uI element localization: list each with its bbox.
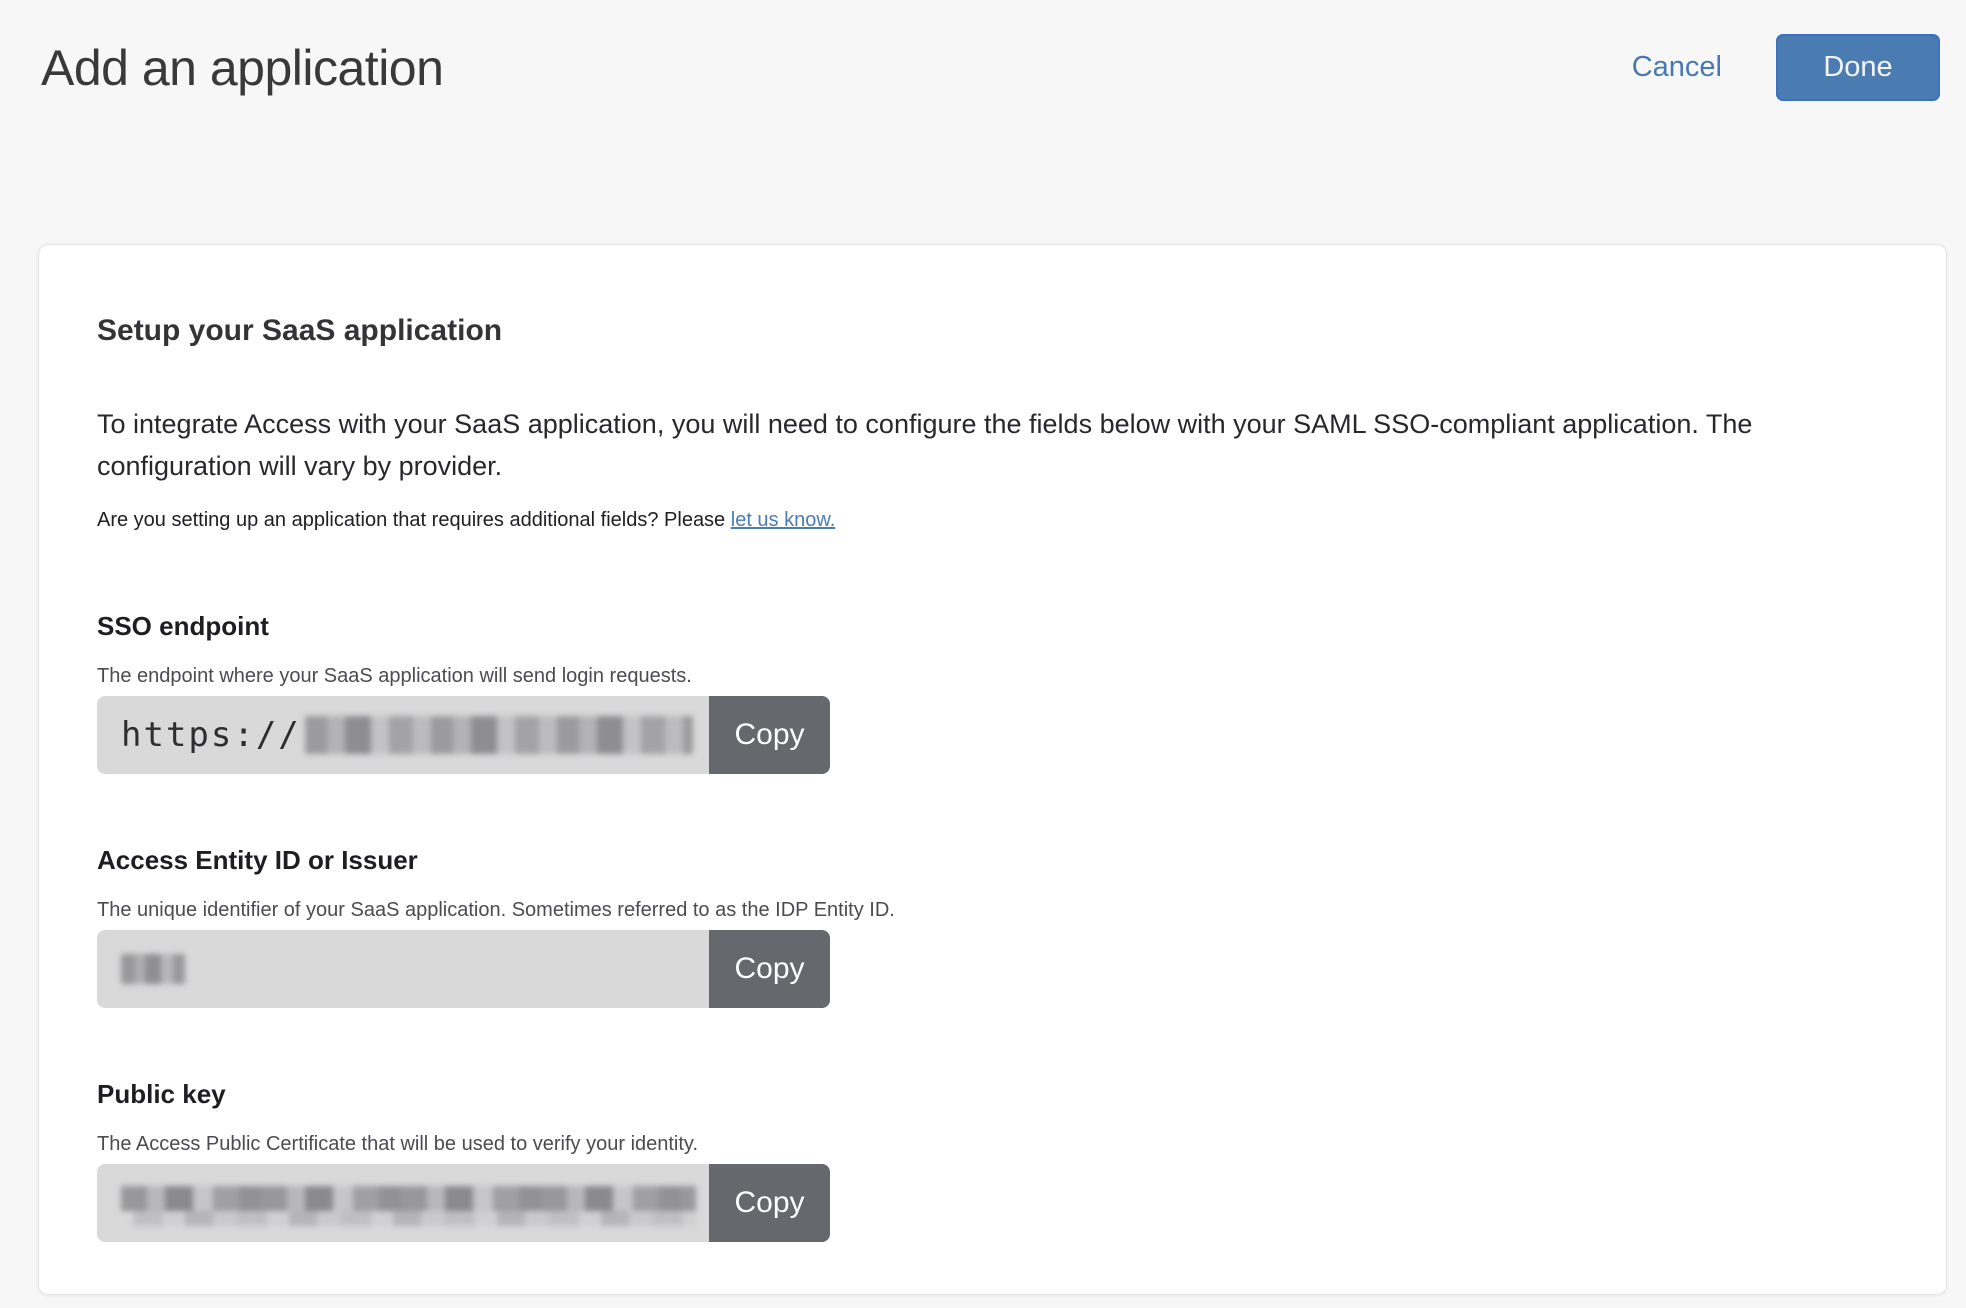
field-label: Access Entity ID or Issuer <box>97 845 418 875</box>
copy-button[interactable]: Copy <box>709 696 830 774</box>
field-description: The Access Public Certificate that will … <box>97 1133 699 1155</box>
sso-endpoint-value-row: https:// Copy <box>97 696 830 774</box>
field-description: The endpoint where your SaaS application… <box>97 665 692 687</box>
copy-button[interactable]: Copy <box>709 930 830 1008</box>
redacted-value <box>121 1180 696 1226</box>
copy-button[interactable]: Copy <box>709 1164 830 1242</box>
value-prefix: https:// <box>121 715 301 755</box>
let-us-know-link[interactable]: let us know. <box>731 509 836 531</box>
public-key-value <box>97 1164 709 1242</box>
field-description: The unique identifier of your SaaS appli… <box>97 899 895 921</box>
setup-card: Setup your SaaS application To integrate… <box>38 244 1947 1295</box>
field-section-public-key: Public key The Access Public Certificate… <box>97 1079 1888 1242</box>
entity-id-value <box>97 930 709 1008</box>
card-heading: Setup your SaaS application <box>97 314 503 347</box>
page-header: Add an application Cancel Done <box>0 0 1966 101</box>
intro-text: To integrate Access with your SaaS appli… <box>97 409 1753 481</box>
note-text: Are you setting up an application that r… <box>97 509 726 531</box>
redacted-value <box>304 716 693 754</box>
public-key-value-row: Copy <box>97 1164 830 1242</box>
field-label: SSO endpoint <box>97 611 269 641</box>
field-section-entity-id: Access Entity ID or Issuer The unique id… <box>97 845 1888 1008</box>
entity-id-value-row: Copy <box>97 930 830 1008</box>
redacted-value <box>121 954 185 984</box>
note-line: Are you setting up an application that r… <box>97 507 1888 533</box>
sso-endpoint-value: https:// <box>97 696 709 774</box>
page-title: Add an application <box>41 39 444 96</box>
field-label: Public key <box>97 1079 226 1109</box>
field-section-sso-endpoint: SSO endpoint The endpoint where your Saa… <box>97 611 1888 774</box>
cancel-button[interactable]: Cancel <box>1632 51 1722 84</box>
done-button[interactable]: Done <box>1776 34 1940 101</box>
